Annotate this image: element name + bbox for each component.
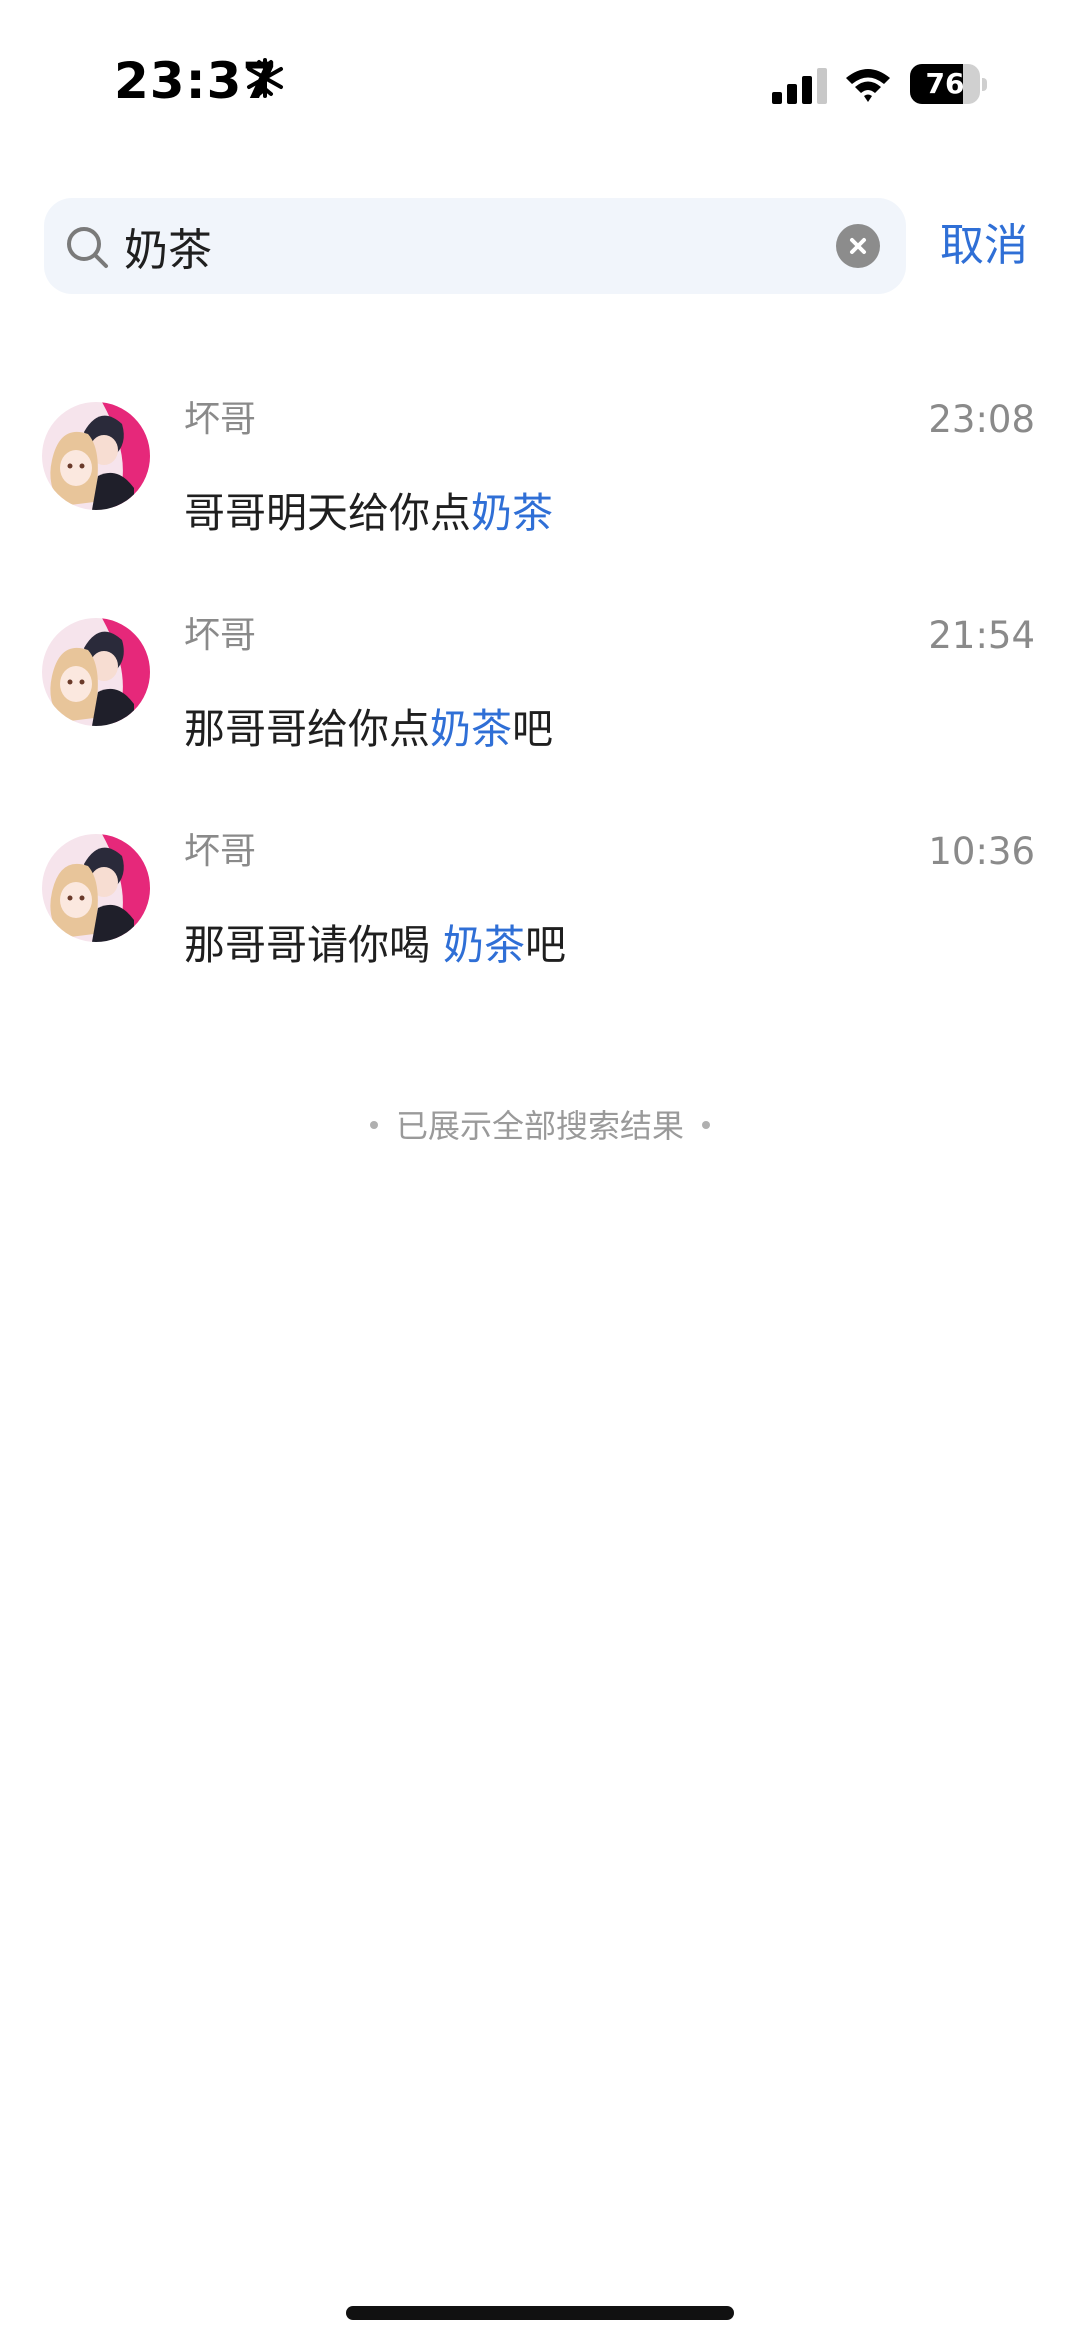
message-text: 吧 <box>525 921 567 969</box>
clear-icon <box>850 238 866 254</box>
battery-level: 76 <box>925 67 965 100</box>
wifi-icon <box>846 69 890 102</box>
highlighted-match: 奶茶 <box>471 489 553 537</box>
bullet-dot <box>702 1121 710 1129</box>
cancel-button[interactable]: 取消 <box>940 218 1028 274</box>
bullet-dot <box>369 1121 378 1129</box>
result-message: 那哥哥给你点奶茶吧 <box>184 701 553 757</box>
search-results-list: 坏哥 23:08 哥哥明天给你点奶茶 坏哥 21:54 那哥哥给你点奶茶吧 坏哥… <box>0 390 1080 1038</box>
battery-tip <box>982 78 987 91</box>
result-sender: 坏哥 <box>184 399 257 440</box>
result-time: 10:36 <box>928 830 1035 873</box>
end-of-results-note: 已展示全部搜索结果 <box>0 1102 1080 1150</box>
home-indicator[interactable] <box>346 2306 734 2320</box>
result-message: 哥哥明天给你点奶茶 <box>184 485 553 541</box>
avatar <box>42 402 150 510</box>
result-sender: 坏哥 <box>184 615 257 656</box>
highlighted-match: 奶茶 <box>443 921 526 969</box>
snowflake-icon <box>247 58 283 98</box>
search-icon <box>67 227 108 268</box>
search-bar[interactable] <box>44 198 906 294</box>
result-sender: 坏哥 <box>184 831 257 872</box>
clear-search-button[interactable] <box>836 224 880 268</box>
search-result-item[interactable]: 坏哥 23:08 哥哥明天给你点奶茶 <box>0 390 1080 606</box>
result-time: 21:54 <box>928 614 1035 657</box>
highlighted-match: 奶茶 <box>430 705 512 753</box>
cellular-signal-icon <box>772 68 827 104</box>
avatar <box>42 834 150 942</box>
message-text: 那哥哥给你点 <box>184 705 430 753</box>
avatar <box>42 618 150 726</box>
message-text: 哥哥明天给你点 <box>184 489 471 537</box>
search-result-item[interactable]: 坏哥 10:36 那哥哥请你喝 奶茶吧 <box>0 822 1080 1038</box>
message-text: 吧 <box>512 705 553 753</box>
end-of-results-text: 已展示全部搜索结果 <box>395 1107 684 1145</box>
battery-icon: 76 <box>910 64 980 104</box>
result-message: 那哥哥请你喝 奶茶吧 <box>184 917 566 973</box>
result-time: 23:08 <box>928 398 1035 441</box>
status-bar: 23:37 76 <box>0 0 1080 170</box>
message-text: 那哥哥请你喝 <box>184 921 444 969</box>
search-result-item[interactable]: 坏哥 21:54 那哥哥给你点奶茶吧 <box>0 606 1080 822</box>
search-input[interactable] <box>124 198 804 294</box>
